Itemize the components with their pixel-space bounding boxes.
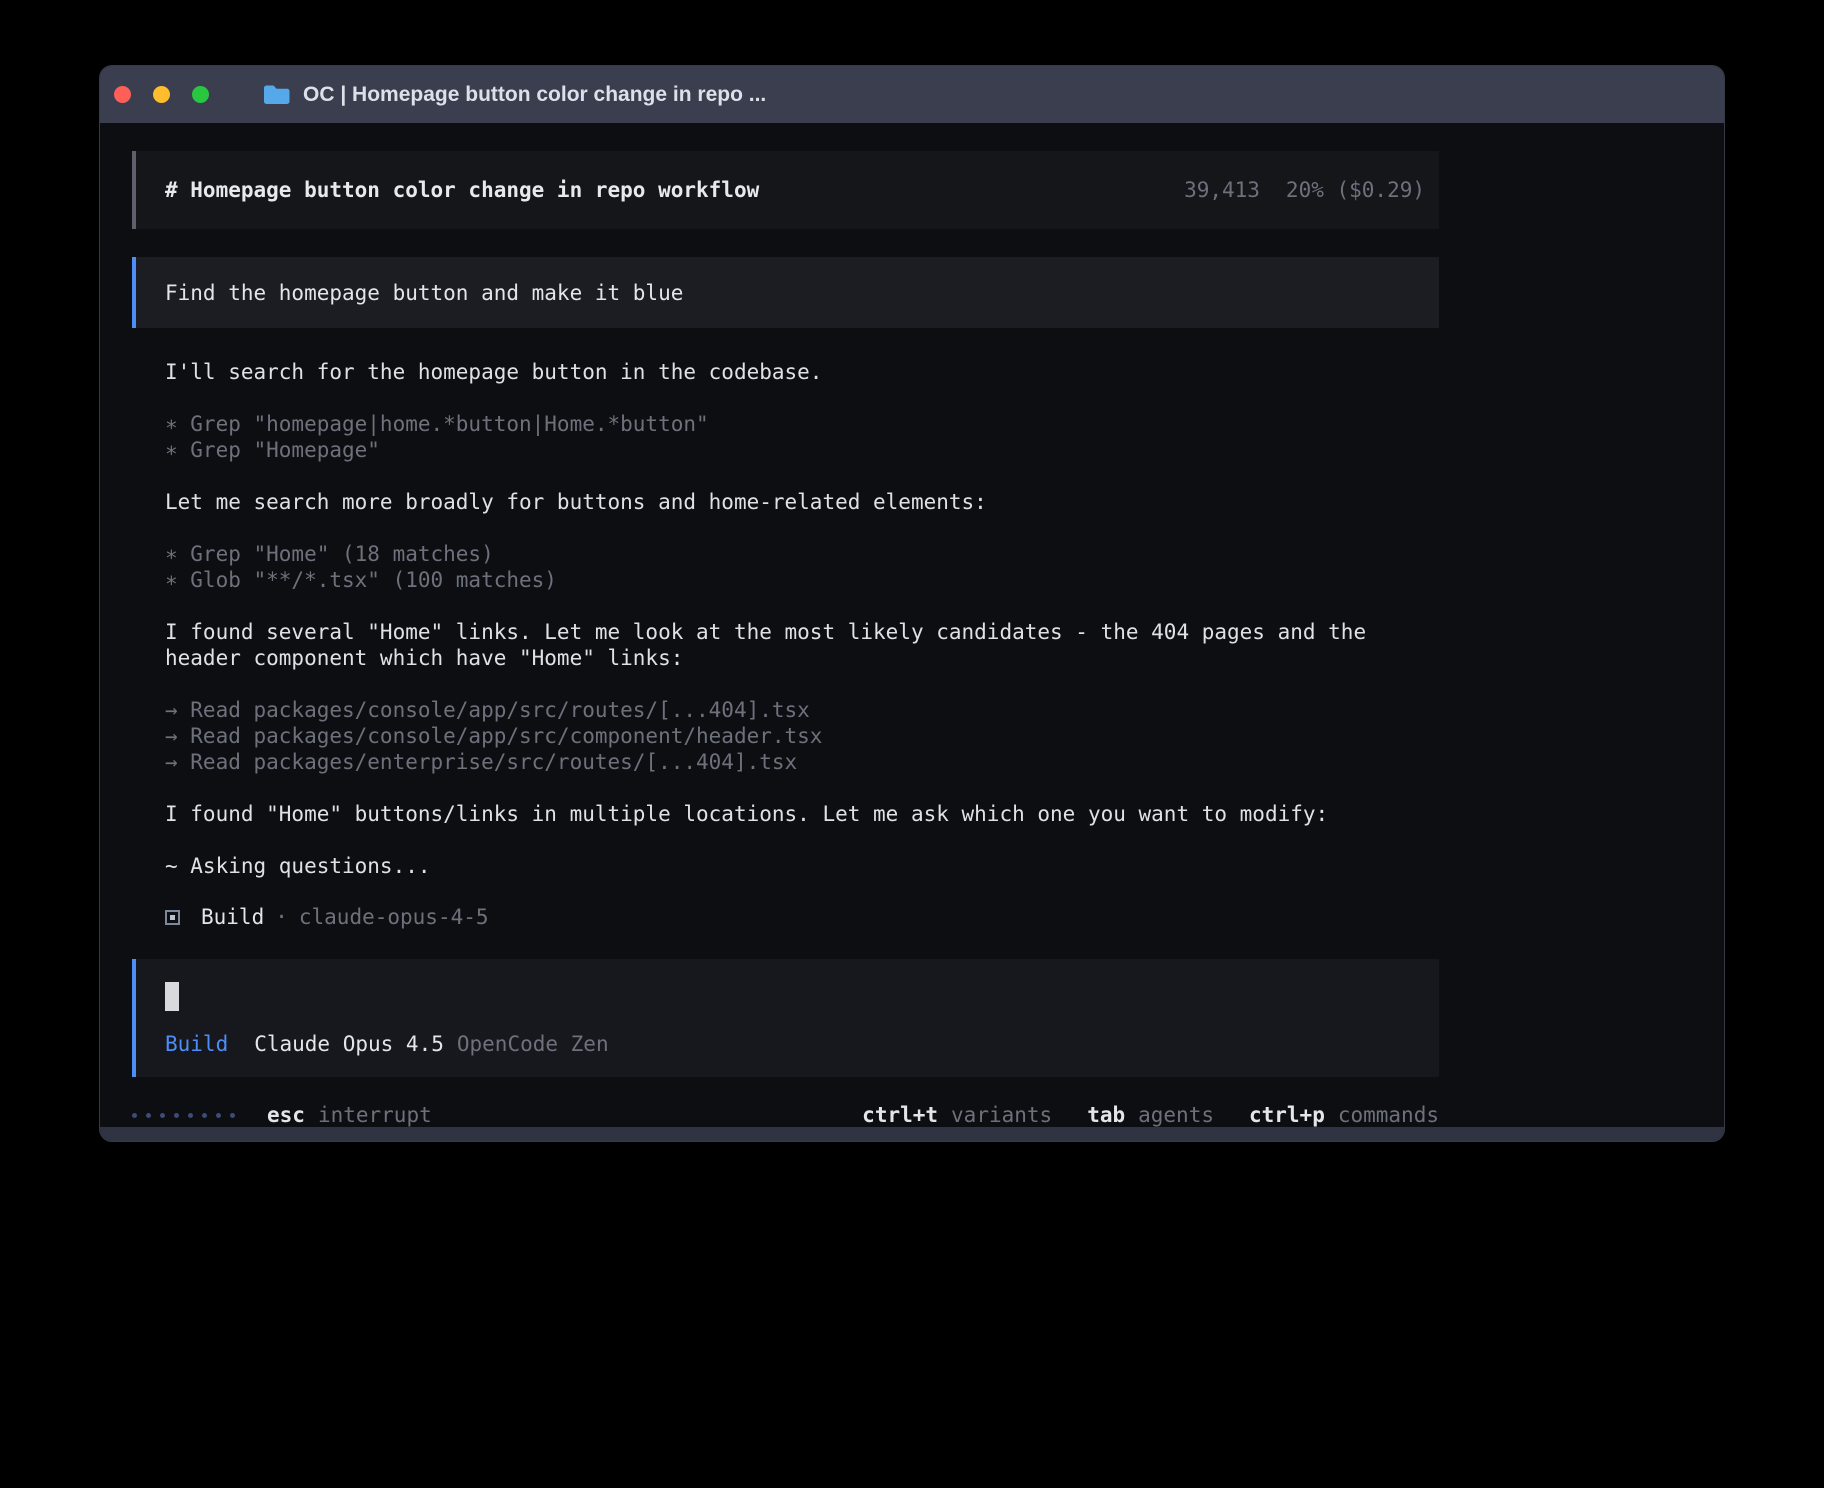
transcript-line: ∗ Glob "**/*.tsx" (100 matches) [165, 567, 1397, 593]
hint-label: commands [1338, 1103, 1439, 1127]
transcript-line: I'll search for the homepage button in t… [165, 359, 1397, 385]
session-meta: 39,413 20% ($0.29) [1184, 178, 1425, 202]
transcript-line: ~ Asking questions... [165, 853, 1397, 879]
folder-icon [263, 84, 290, 105]
transcript-line: ∗ Grep "Home" (18 matches) [165, 541, 1397, 567]
transcript-line [165, 775, 1397, 801]
minimize-button[interactable] [153, 86, 170, 103]
transcript-line: ∗ Grep "homepage|home.*button|Home.*butt… [165, 411, 1397, 437]
interrupt-label: interrupt [318, 1103, 432, 1127]
transcript-line [165, 671, 1397, 697]
keyboard-hint: ctrl+t variants [862, 1103, 1052, 1127]
agent-model-label: claude-opus-4-5 [299, 905, 489, 929]
assistant-transcript: I'll search for the homepage button in t… [165, 359, 1397, 879]
close-button[interactable] [114, 86, 131, 103]
spinner-dot [188, 1113, 193, 1118]
interrupt-key: esc [267, 1103, 305, 1127]
terminal-content: # Homepage button color change in repo w… [100, 123, 1724, 1127]
spinner-dot [216, 1113, 221, 1118]
terminal-window: OC | Homepage button color change in rep… [99, 65, 1725, 1142]
transcript-line [165, 593, 1397, 619]
footer-left: esc interrupt [132, 1103, 432, 1127]
input-status-row: Build Claude Opus 4.5 OpenCode Zen [165, 1032, 1439, 1056]
transcript-line [165, 463, 1397, 489]
spinner-dots [132, 1113, 244, 1118]
spinner-dot [132, 1113, 137, 1118]
transcript-line: ∗ Grep "Homepage" [165, 437, 1397, 463]
prompt-input[interactable]: Build Claude Opus 4.5 OpenCode Zen [132, 959, 1439, 1077]
spinner-dot [146, 1113, 151, 1118]
hint-key: tab [1087, 1103, 1125, 1127]
keyboard-hint: ctrl+p commands [1249, 1103, 1439, 1127]
input-model-label: Claude Opus 4.5 [254, 1032, 444, 1056]
keyboard-hint: tab agents [1087, 1103, 1214, 1127]
text-cursor [165, 982, 179, 1011]
agent-mode-label: Build [201, 905, 264, 929]
session-header: # Homepage button color change in repo w… [132, 151, 1439, 229]
status-footer: esc interrupt ctrl+tvariantstabagentsctr… [132, 1103, 1439, 1127]
hint-label: agents [1138, 1103, 1214, 1127]
hint-key: ctrl+p [1249, 1103, 1325, 1127]
context-usage: 20% ($0.29) [1286, 178, 1425, 202]
input-provider-label: OpenCode Zen [457, 1032, 609, 1056]
spinner-dot [174, 1113, 179, 1118]
transcript-line: Let me search more broadly for buttons a… [165, 489, 1397, 515]
window-title-group: OC | Homepage button color change in rep… [263, 83, 766, 107]
transcript-line: → Read packages/console/app/src/routes/[… [165, 697, 1397, 723]
token-count: 39,413 [1184, 178, 1260, 202]
user-message-text: Find the homepage button and make it blu… [165, 281, 683, 305]
footer-hints: ctrl+t variants tab agents ctrl+p commands [827, 1103, 1439, 1127]
spinner-dot [160, 1113, 165, 1118]
input-mode-label: Build [165, 1032, 228, 1056]
transcript-line: I found several "Home" links. Let me loo… [165, 619, 1397, 671]
transcript-line: I found "Home" buttons/links in multiple… [165, 801, 1397, 827]
zoom-button[interactable] [192, 86, 209, 103]
transcript-line: → Read packages/console/app/src/componen… [165, 723, 1397, 749]
hint-key: ctrl+t [862, 1103, 938, 1127]
transcript-line: → Read packages/enterprise/src/routes/[.… [165, 749, 1397, 775]
window-bottom-edge [100, 1127, 1724, 1141]
transcript-line [165, 385, 1397, 411]
traffic-lights [114, 86, 231, 103]
transcript-line [165, 515, 1397, 541]
agent-square-icon [165, 910, 180, 925]
agent-separator: · [275, 905, 288, 929]
transcript-line [165, 827, 1397, 853]
agent-status-row: Build · claude-opus-4-5 [165, 905, 1724, 929]
titlebar: OC | Homepage button color change in rep… [100, 66, 1724, 123]
hint-label: variants [951, 1103, 1052, 1127]
user-message: Find the homepage button and make it blu… [132, 257, 1439, 328]
session-title: # Homepage button color change in repo w… [165, 178, 759, 202]
window-title: OC | Homepage button color change in rep… [303, 83, 766, 107]
spinner-dot [230, 1113, 235, 1118]
spinner-dot [202, 1113, 207, 1118]
